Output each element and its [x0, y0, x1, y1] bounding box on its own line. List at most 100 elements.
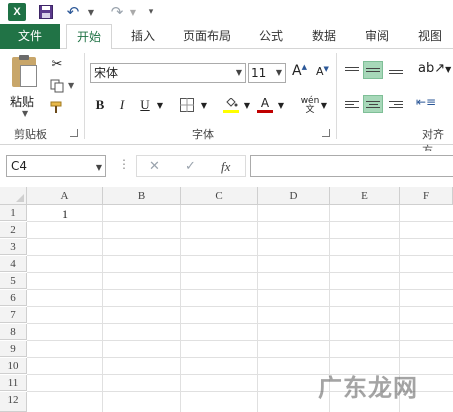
align-right-button[interactable]	[386, 95, 406, 113]
orientation-icon[interactable]: ab↗▼	[418, 61, 451, 76]
bold-button[interactable]: B	[92, 95, 108, 115]
grid-line	[27, 357, 453, 358]
phonetic-guide-button[interactable]: wén 文	[298, 95, 322, 115]
align-bottom-button[interactable]	[386, 61, 406, 79]
clipboard-group-label: 剪贴板	[14, 128, 47, 141]
column-header-c[interactable]: C	[181, 187, 258, 205]
insert-function-fx-icon[interactable]: fx	[221, 159, 230, 175]
excel-logo-icon[interactable]: X	[8, 3, 26, 21]
tab-insert[interactable]: 插入	[125, 24, 161, 49]
row-header[interactable]: 2	[0, 222, 27, 238]
tab-review[interactable]: 审阅	[360, 24, 394, 49]
align-line	[389, 69, 403, 71]
name-box-value: C4	[11, 159, 28, 173]
paste-button[interactable]: 粘贴 ▼	[8, 55, 42, 121]
align-line	[366, 71, 380, 72]
font-name-chevron-down-icon[interactable]: ▼	[236, 64, 242, 82]
paper-icon	[20, 65, 37, 87]
fill-color-button[interactable]	[222, 95, 240, 115]
copy-icon[interactable]	[48, 78, 66, 94]
font-color-button[interactable]: A	[256, 95, 274, 115]
row-header[interactable]: 8	[0, 324, 27, 340]
row-header[interactable]: 11	[0, 375, 27, 391]
borders-chevron-down-icon[interactable]: ▼	[200, 95, 208, 115]
row-header[interactable]: 7	[0, 307, 27, 323]
align-top-button[interactable]	[342, 61, 362, 79]
paint-bucket-icon	[226, 97, 238, 107]
column-header-b[interactable]: B	[103, 187, 181, 205]
row-header[interactable]: 5	[0, 273, 27, 289]
fill-color-chevron-down-icon[interactable]: ▼	[243, 95, 251, 115]
formula-bar-grip-icon[interactable]: ⋮	[118, 157, 130, 171]
italic-button[interactable]: I	[115, 95, 129, 115]
align-line	[366, 100, 380, 102]
tab-page-layout[interactable]: 页面布局	[178, 24, 236, 49]
undo-dropdown-chevron-down-icon[interactable]: ▼	[86, 2, 96, 22]
phonetic-label: wén	[300, 95, 320, 106]
cancel-icon[interactable]: ✕	[149, 159, 160, 174]
cell-a1[interactable]: 1	[28, 206, 102, 221]
font-name-combo[interactable]: 宋体 ▼	[90, 63, 246, 83]
column-header-d[interactable]: D	[258, 187, 330, 205]
font-color-chevron-down-icon[interactable]: ▼	[277, 95, 285, 115]
grid-line	[27, 238, 453, 239]
grid-line	[27, 323, 453, 324]
copy-chevron-down-icon[interactable]: ▼	[68, 81, 74, 90]
decrease-font-button[interactable]: A▼	[316, 65, 329, 78]
grid-line	[27, 340, 453, 341]
column-header-e[interactable]: E	[330, 187, 400, 205]
grid-line	[180, 205, 181, 412]
border-grid-icon	[180, 98, 194, 112]
align-left-button[interactable]	[342, 95, 362, 113]
tab-home[interactable]: 开始	[66, 24, 112, 50]
redo-icon[interactable]: ↷	[108, 2, 126, 22]
save-icon[interactable]	[38, 2, 54, 22]
borders-button[interactable]	[178, 95, 196, 115]
ribbon-home: 粘贴 ▼ ✂ ▼ 剪贴板 宋体 ▼ 11 ▼ A▲ A▼ B I U ▼ ▼ ▼…	[0, 49, 453, 157]
column-header-a[interactable]: A	[27, 187, 103, 205]
row-header[interactable]: 12	[0, 392, 27, 412]
align-center-button[interactable]	[363, 95, 383, 113]
row-header[interactable]: 6	[0, 290, 27, 306]
align-middle-button[interactable]	[363, 61, 383, 79]
grid-line	[102, 205, 103, 412]
clipboard-dialog-launcher-icon[interactable]	[70, 129, 78, 137]
grid-line	[27, 306, 453, 307]
align-line	[345, 69, 359, 71]
font-dialog-launcher-icon[interactable]	[322, 129, 330, 137]
underline-button[interactable]: U	[138, 95, 152, 115]
brush-icon-glyph	[50, 101, 62, 113]
tab-formulas[interactable]: 公式	[254, 24, 288, 49]
name-box-chevron-down-icon[interactable]: ▼	[96, 158, 102, 178]
increase-font-caret-icon: ▲	[301, 63, 307, 71]
cut-scissors-icon[interactable]: ✂	[48, 56, 66, 72]
font-size-combo[interactable]: 11 ▼	[248, 63, 286, 83]
paste-label: 粘贴	[10, 95, 35, 109]
format-painter-brush-icon[interactable]	[48, 100, 66, 116]
row-header[interactable]: 4	[0, 256, 27, 272]
redo-dropdown-chevron-down-icon[interactable]: ▼	[128, 2, 138, 22]
font-group-label: 字体	[192, 128, 214, 141]
increase-font-button[interactable]: A▲	[292, 63, 307, 79]
select-all-corner[interactable]	[0, 187, 27, 205]
row-header[interactable]: 9	[0, 341, 27, 357]
formula-input[interactable]	[250, 155, 453, 177]
name-box[interactable]: C4 ▼	[6, 155, 106, 177]
paste-chevron-down-icon[interactable]: ▼	[22, 109, 28, 118]
undo-icon[interactable]: ↶	[64, 2, 82, 22]
tab-file[interactable]: 文件	[0, 24, 60, 49]
customize-toolbar-chevron-down-icon[interactable]: ▾	[145, 2, 157, 22]
column-header-f[interactable]: F	[400, 187, 453, 205]
tab-data[interactable]: 数据	[306, 24, 342, 49]
row-header[interactable]: 1	[0, 205, 27, 221]
enter-check-icon[interactable]: ✓	[185, 159, 196, 174]
row-header[interactable]: 10	[0, 358, 27, 374]
save-icon-glyph	[39, 5, 53, 19]
row-header[interactable]: 3	[0, 239, 27, 255]
font-size-chevron-down-icon[interactable]: ▼	[276, 64, 282, 82]
underline-chevron-down-icon[interactable]: ▼	[156, 95, 164, 115]
tab-view[interactable]: 视图	[412, 24, 448, 49]
decrease-indent-icon[interactable]: ⇤≡	[416, 95, 436, 109]
phonetic-chevron-down-icon[interactable]: ▼	[320, 95, 328, 115]
align-line	[345, 100, 359, 102]
